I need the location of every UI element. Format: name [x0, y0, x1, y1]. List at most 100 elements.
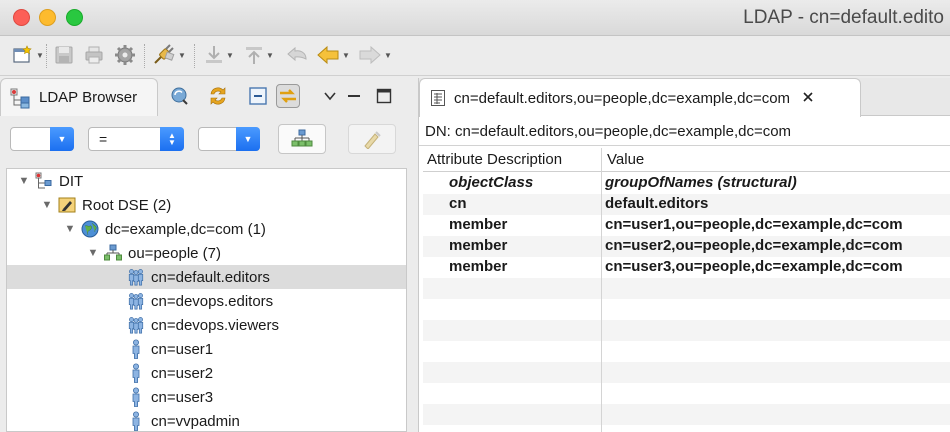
attribute-row[interactable]: member cn=user3,ou=people,dc=example,dc=c… [423, 257, 950, 278]
refresh-entry-icon [171, 87, 188, 105]
tree-node[interactable]: ▼ ou=people (7) [7, 241, 406, 265]
collapse-all-icon [249, 87, 267, 105]
quick-search-button[interactable] [278, 124, 326, 154]
empty-row [423, 320, 950, 341]
entry-editor-icon [431, 90, 445, 106]
tree-node[interactable]: cn=vvpadmin [7, 409, 406, 431]
title-bar: LDAP - cn=default.edito [0, 0, 950, 36]
operator-select[interactable]: = ▲ ▼ [88, 127, 184, 151]
tree-node[interactable]: ▼ Root DSE (2) [7, 193, 406, 217]
column-header-attribute[interactable]: Attribute Description [427, 151, 562, 168]
link-with-editor-button[interactable] [276, 84, 300, 108]
tab-ldap-browser[interactable]: LDAP Browser [0, 78, 158, 116]
tree-node-label: DIT [59, 172, 84, 190]
tree-node-label: cn=user1 [151, 340, 214, 358]
editor-tab-bar: cn=default.editors,ou=people,dc=example,… [419, 78, 950, 117]
clear-search-button[interactable] [348, 124, 396, 154]
attribute-select[interactable]: ▼ [10, 127, 74, 151]
expand-triangle-icon[interactable]: ▼ [63, 223, 77, 235]
attribute-value-cell[interactable]: cn=user3,ou=people,dc=example,dc=com [605, 258, 903, 275]
preferences-button[interactable] [114, 44, 136, 66]
tree-node-label: cn=default.editors [151, 268, 270, 286]
previous-annotation-button[interactable]: ▼ [244, 44, 274, 66]
attribute-value-cell[interactable]: cn=user1,ou=people,dc=example,dc=com [605, 216, 903, 233]
next-annotation-button[interactable]: ▼ [204, 44, 234, 66]
quick-search-bar: ▼ = ▲ ▼ ▼ [0, 122, 410, 160]
empty-row [423, 299, 950, 320]
person-icon [127, 339, 145, 359]
empty-row [423, 341, 950, 362]
close-window-button[interactable] [13, 9, 30, 26]
tree-node[interactable]: ▼ dc=example,dc=com (1) [7, 217, 406, 241]
dit-icon [35, 172, 53, 190]
attribute-name-cell: objectClass [449, 174, 534, 191]
refresh-button[interactable] [168, 84, 192, 108]
attribute-row[interactable]: member cn=user1,ou=people,dc=example,dc=c… [423, 215, 950, 236]
new-wizard-icon [13, 45, 32, 63]
group-icon [127, 292, 145, 310]
tab-entry-editor-label: cn=default.editors,ou=people,dc=example,… [454, 89, 791, 107]
zoom-window-button[interactable] [66, 9, 83, 26]
save-icon [55, 46, 73, 64]
attribute-name-cell: member [449, 237, 508, 254]
print-button[interactable] [84, 44, 104, 66]
attribute-value-cell[interactable]: cn=user2,ou=people,dc=example,dc=com [605, 237, 903, 254]
forward-arrow-icon [359, 45, 381, 65]
next-annotation-icon [206, 46, 222, 63]
globe-icon [81, 220, 99, 238]
entry-editor-view: cn=default.editors,ou=people,dc=example,… [418, 78, 950, 432]
close-icon [803, 91, 813, 102]
chevron-down-icon: ▼ [226, 50, 234, 60]
person-icon [127, 411, 145, 431]
ldap-browser-icon [10, 88, 30, 108]
attribute-value-cell[interactable]: groupOfNames (structural) [605, 174, 797, 191]
column-header-value[interactable]: Value [607, 151, 644, 168]
tree-node[interactable]: cn=devops.viewers [7, 313, 406, 337]
expand-triangle-icon[interactable]: ▼ [17, 175, 31, 187]
open-connection-button[interactable]: ▼ [152, 44, 186, 66]
attribute-row[interactable]: objectClass groupOfNames (structural) [423, 173, 950, 194]
plug-icon [154, 44, 175, 64]
save-button[interactable] [54, 44, 74, 66]
group-icon [127, 268, 145, 286]
tree-node[interactable]: cn=user3 [7, 385, 406, 409]
toolbar-separator [144, 44, 145, 68]
attribute-row[interactable]: member cn=user2,ou=people,dc=example,dc=c… [423, 236, 950, 257]
hierarchy-icon [291, 129, 313, 147]
root-dse-icon [58, 196, 76, 214]
up-down-chevron-icon: ▲ ▼ [160, 127, 184, 151]
value-select[interactable]: ▼ [198, 127, 260, 151]
close-tab-icon[interactable] [802, 90, 814, 107]
attribute-name-cell: member [449, 216, 508, 233]
minimize-window-button[interactable] [39, 9, 56, 26]
last-edit-location-button[interactable] [286, 44, 308, 66]
tree-node[interactable]: cn=default.editors [7, 265, 406, 289]
tree-node[interactable]: cn=user2 [7, 361, 406, 385]
reload-button[interactable] [206, 84, 230, 108]
operator-select-value: = [99, 131, 108, 147]
window-title: LDAP - cn=default.edito [743, 7, 944, 28]
empty-row [423, 362, 950, 383]
back-button[interactable]: ▼ [316, 44, 350, 66]
chevron-down-icon: ▼ [178, 50, 186, 60]
tree-node[interactable]: cn=user1 [7, 337, 406, 361]
empty-row [423, 278, 950, 299]
tree-node[interactable]: cn=devops.editors [7, 289, 406, 313]
new-wizard-button[interactable]: ▼ [12, 44, 44, 66]
link-arrows-icon [280, 89, 296, 103]
maximize-view-button[interactable] [372, 84, 396, 108]
expand-triangle-icon[interactable]: ▼ [86, 247, 100, 259]
tree-node[interactable]: ▼ DIT [7, 169, 406, 193]
collapse-all-button[interactable] [246, 84, 270, 108]
tab-entry-editor[interactable]: cn=default.editors,ou=people,dc=example,… [419, 78, 861, 117]
minimize-view-button[interactable] [342, 84, 366, 108]
attribute-row[interactable]: cn default.editors [423, 194, 950, 215]
view-menu-button[interactable] [318, 84, 342, 108]
expand-triangle-icon[interactable]: ▼ [40, 199, 54, 211]
person-icon [127, 363, 145, 383]
column-divider[interactable] [601, 148, 602, 432]
gear-icon [115, 45, 135, 65]
tree-node-label: dc=example,dc=com (1) [105, 220, 266, 238]
attribute-value-cell[interactable]: default.editors [605, 195, 708, 212]
forward-button[interactable]: ▼ [358, 44, 392, 66]
